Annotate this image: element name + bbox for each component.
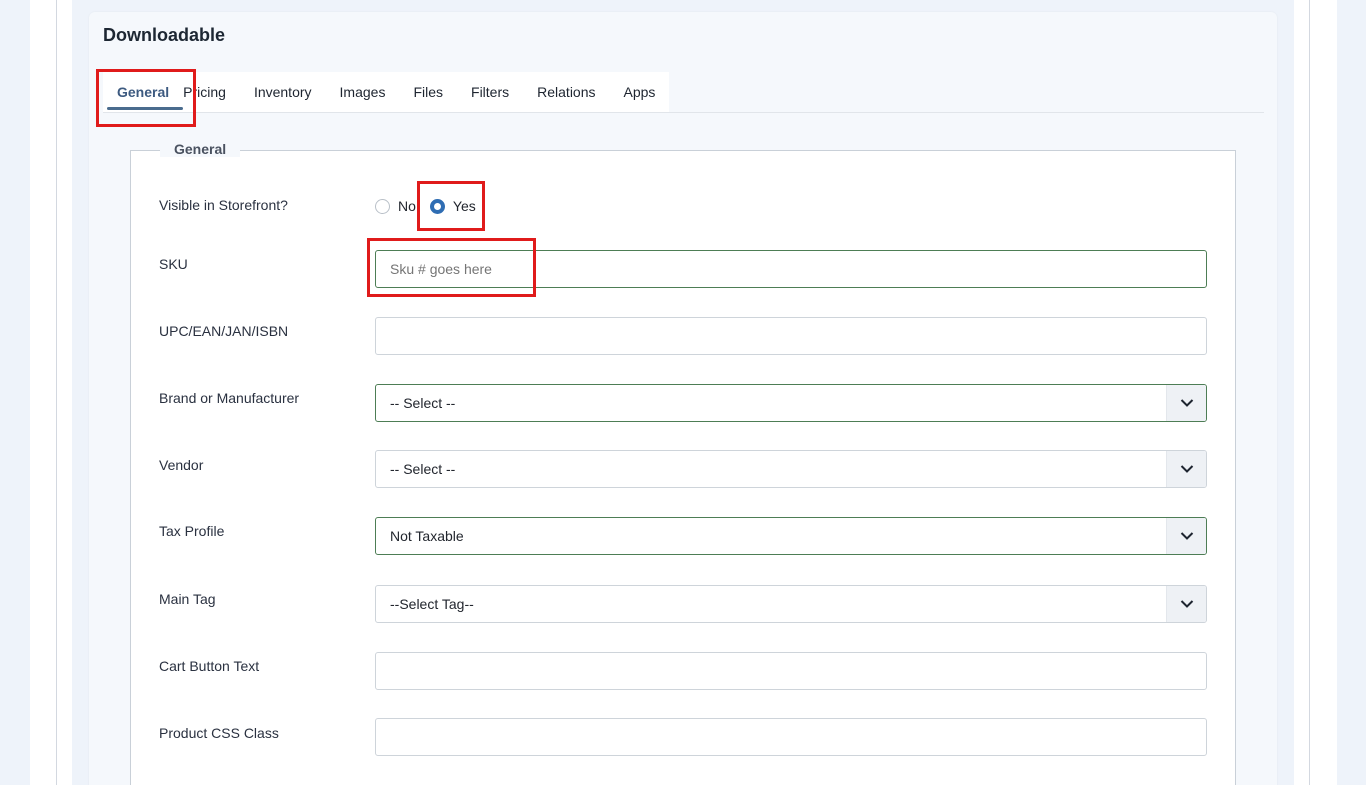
main-tag-select-value: --Select Tag--: [390, 596, 474, 612]
sku-input[interactable]: [375, 250, 1207, 288]
tax-profile-select[interactable]: Not Taxable: [375, 517, 1207, 555]
main-tag-label: Main Tag: [159, 591, 216, 607]
brand-select[interactable]: -- Select --: [375, 384, 1207, 422]
visible-radio-yes[interactable]: Yes: [429, 198, 476, 214]
fieldset-legend: General: [160, 141, 241, 157]
tab-general[interactable]: General: [103, 72, 184, 112]
product-tabs: General Pricing Inventory Images Files F…: [103, 72, 670, 112]
product-css-class-input[interactable]: [375, 718, 1207, 756]
divider-right: [1309, 0, 1310, 785]
radio-unchecked-icon: [375, 198, 390, 214]
upc-input[interactable]: [375, 317, 1207, 355]
tab-files[interactable]: Files: [399, 72, 457, 112]
tab-pricing[interactable]: Pricing: [183, 72, 240, 112]
tabs-divider: [103, 112, 1264, 113]
cart-button-text-input[interactable]: [375, 652, 1207, 690]
visible-radio-no-label: No: [398, 198, 416, 214]
visible-radio-yes-label: Yes: [452, 198, 476, 214]
upc-label: UPC/EAN/JAN/ISBN: [159, 323, 289, 339]
tab-images[interactable]: Images: [326, 72, 400, 112]
vendor-label: Vendor: [159, 457, 204, 473]
sku-label: SKU: [159, 256, 188, 272]
visible-label: Visible in Storefront?: [159, 197, 288, 213]
brand-select-value: -- Select --: [390, 395, 456, 411]
tab-apps[interactable]: Apps: [610, 72, 670, 112]
chevron-down-icon: [1166, 518, 1206, 554]
radio-checked-icon: [429, 198, 445, 214]
main-tag-select[interactable]: --Select Tag--: [375, 585, 1207, 623]
chevron-down-icon: [1166, 451, 1206, 487]
cart-button-text-label: Cart Button Text: [159, 658, 260, 674]
tab-relations[interactable]: Relations: [523, 72, 609, 112]
card-title: Downloadable: [103, 25, 226, 45]
tab-filters[interactable]: Filters: [457, 72, 523, 112]
tab-inventory[interactable]: Inventory: [240, 72, 326, 112]
visible-radio-no[interactable]: No: [375, 198, 416, 214]
tax-profile-label: Tax Profile: [159, 523, 225, 539]
vendor-select-value: -- Select --: [390, 461, 456, 477]
product-css-class-label: Product CSS Class: [159, 725, 279, 741]
vendor-select[interactable]: -- Select --: [375, 450, 1207, 488]
divider-left: [56, 0, 57, 785]
visible-radio-group: No Yes: [375, 198, 490, 214]
brand-label: Brand or Manufacturer: [159, 390, 300, 406]
tax-profile-select-value: Not Taxable: [390, 528, 464, 544]
chevron-down-icon: [1166, 385, 1206, 421]
chevron-down-icon: [1166, 586, 1206, 622]
